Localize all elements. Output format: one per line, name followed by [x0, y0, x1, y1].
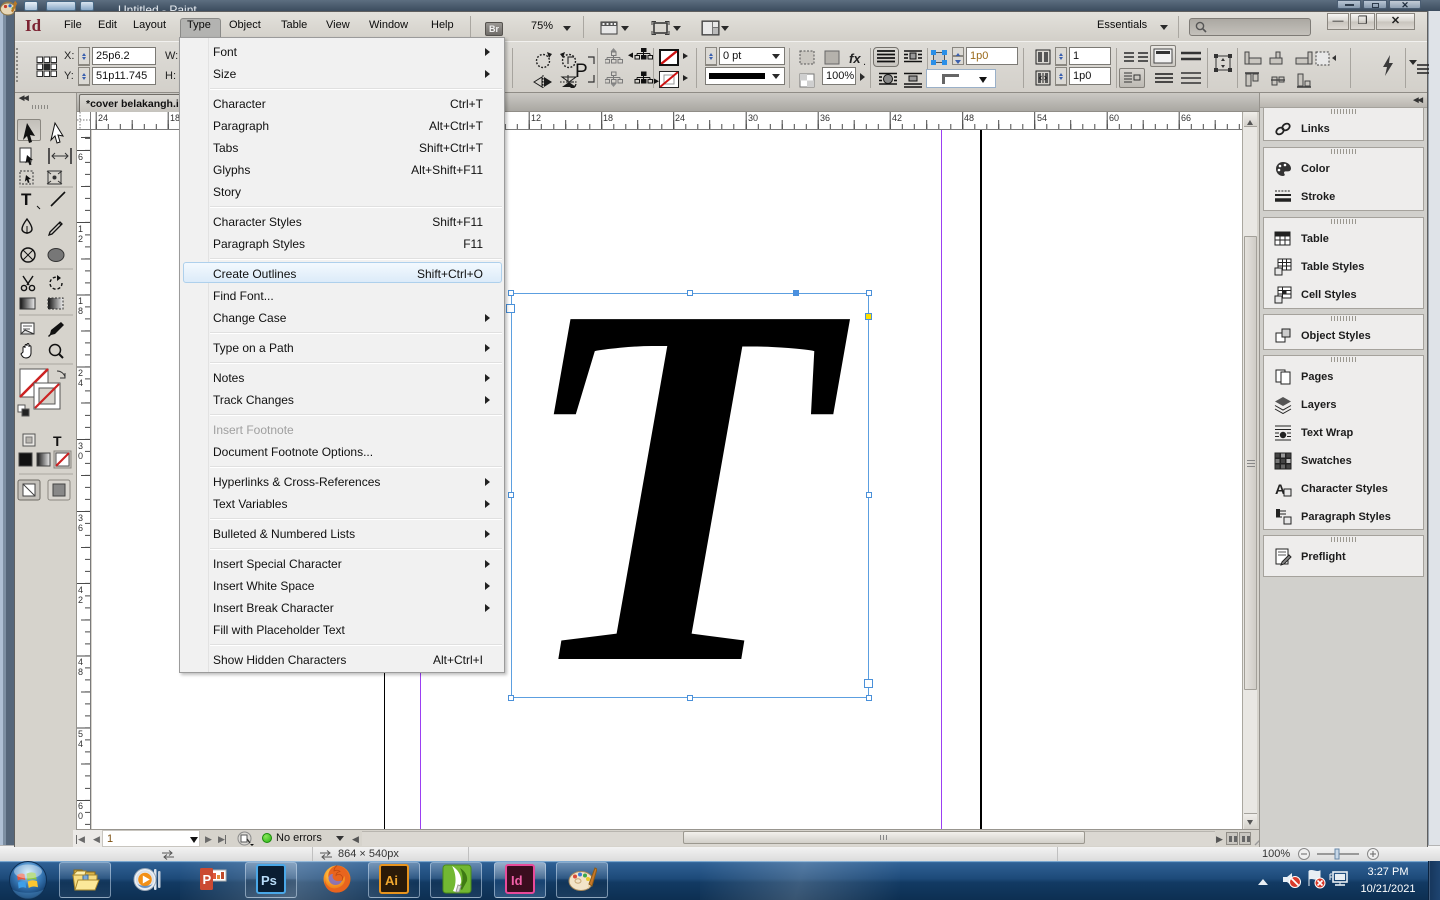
svg-text:Id: Id — [511, 873, 523, 888]
svg-text:T: T — [53, 433, 62, 449]
svg-text:fx: fx — [849, 51, 861, 66]
svg-text:Ps: Ps — [261, 873, 277, 888]
svg-text:.: . — [863, 56, 866, 68]
svg-text:T: T — [21, 190, 32, 209]
svg-text:P: P — [575, 61, 588, 82]
svg-text:P: P — [203, 872, 212, 887]
svg-text:Ai: Ai — [385, 873, 398, 888]
